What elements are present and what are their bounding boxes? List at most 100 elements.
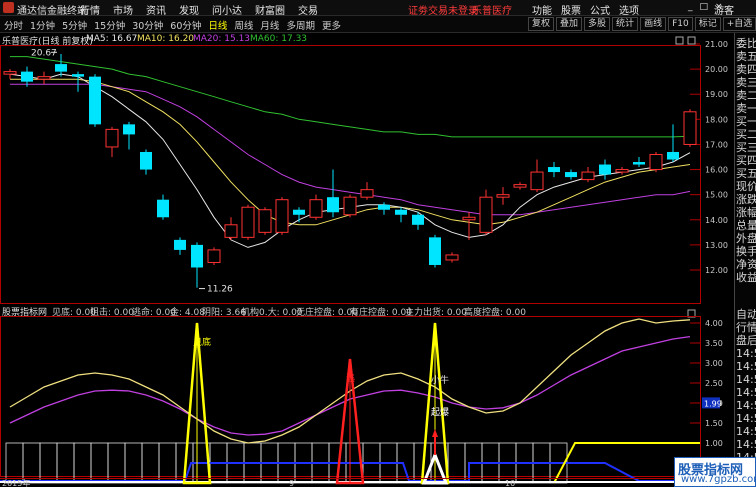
indicator-current-value-text: 1.99 [704, 399, 722, 408]
side-label: 行情 [736, 321, 756, 334]
indicator-item-juji: 狙击: 0.00 [90, 308, 134, 318]
indicator-item-yinyang: 阴阳: 3.66 [202, 308, 246, 318]
tab-more[interactable]: 更多 [322, 18, 341, 32]
side-label: 外盘 [736, 232, 756, 245]
tab-5min[interactable]: 5分钟 [62, 18, 87, 32]
chart-area[interactable]: 21.00 20.00 19.00 18.00 17.00 16.00 15.00 14.00… [0, 33, 734, 487]
overlay-button[interactable]: 叠加 [556, 17, 583, 31]
candle-body-down [667, 151, 679, 160]
menu-jiaoyi[interactable]: 交易 [298, 2, 318, 17]
price-tick-label: 12.00 [705, 266, 728, 275]
candle-body-up [309, 199, 323, 218]
indicator-legend: 股票指标网 见底: 0.00 狙击: 0.00 逃命: 0.00 金: 4.08… [0, 304, 700, 318]
side-label[interactable]: 自动 [736, 308, 756, 321]
menu-gupiao[interactable]: 股票 [561, 2, 581, 17]
date-label-9: 9 [289, 479, 294, 487]
indicator-tick-label: 3.50 [705, 339, 723, 348]
indicator-item-jin: 金: 4.08 [170, 308, 205, 318]
price-tick-label: 17.00 [705, 140, 728, 149]
tool-buttons: 复权 叠加 多股 统计 画线 F10 标记 +自选 返回 [528, 17, 756, 31]
candle-body-up [462, 216, 476, 221]
indicator-item-wuzhuang: 无庄控盘: 0.00 [296, 308, 358, 318]
watermark-url: www.7gpzb.com [681, 474, 756, 485]
menu-caifuquan[interactable]: 财富圈 [255, 2, 285, 17]
tab-30min[interactable]: 30分钟 [132, 18, 163, 32]
candle-body-down [293, 209, 305, 215]
menu-wenxiaoda[interactable]: 问小达 [212, 2, 242, 17]
login-warning[interactable]: 证劵交易未登录 [408, 2, 478, 17]
side-label: 净资 [736, 258, 756, 271]
app-logo-icon [3, 2, 14, 13]
menu-gongshi[interactable]: 公式 [590, 2, 610, 17]
tab-15min[interactable]: 15分钟 [94, 18, 125, 32]
candle-body-down [548, 167, 560, 173]
side-label: 14:5 [736, 438, 756, 451]
indicator-name[interactable]: 股票指标网 [2, 305, 47, 318]
menu-xuanxiang[interactable]: 选项 [619, 2, 639, 17]
candle-body-up [683, 111, 697, 145]
candle-body-down [174, 239, 186, 250]
side-label: 盘后 [736, 334, 756, 347]
login-stock-name[interactable]: 乐普医疗 [472, 2, 512, 17]
mark-button[interactable]: 标记 [694, 17, 721, 31]
price-tick-label: 20.00 [705, 65, 728, 74]
date-label-10: 10 [505, 479, 515, 487]
ma60-value: MA60: 17.33 [250, 34, 308, 44]
period-tabs: 分时 1分钟 5分钟 15分钟 30分钟 60分钟 日线 周线 月线 多周期 更… [4, 18, 348, 32]
f10-button[interactable]: F10 [668, 17, 693, 31]
tab-60min[interactable]: 60分钟 [170, 18, 201, 32]
tab-weekly[interactable]: 周线 [234, 18, 253, 32]
side-label: 卖四 [736, 63, 756, 76]
multi-stock-button[interactable]: 多股 [584, 17, 611, 31]
candle-body-up [615, 169, 629, 173]
title-bar: 通达信金融终端 行情 市场 资讯 发现 问小达 财富圈 交易 证劵交易未登录 乐… [0, 0, 756, 17]
candle-body-down [21, 71, 33, 82]
ma-legend: 乐普医疗(日线 前复权) MA5: 16.67 MA10: 16.20 MA20… [0, 33, 700, 47]
tab-multi-period[interactable]: 多周期 [286, 18, 315, 32]
candle-body-down [412, 214, 424, 225]
side-label: 现价 [736, 180, 756, 193]
maximize-icon[interactable]: □ [700, 2, 709, 12]
tab-daily[interactable]: 日线 [208, 18, 227, 32]
side-label: 14:5 [736, 399, 756, 412]
side-label: 换手 [736, 245, 756, 258]
candle-body-down [599, 164, 611, 175]
indicator-item-youzhuang: 有庄控盘: 0.00 [350, 308, 412, 318]
candle-body-down [395, 209, 407, 215]
indicator-tick-label: 1.50 [705, 419, 723, 428]
side-label: 总量 [736, 219, 756, 232]
price-tick-label: 16.00 [705, 166, 728, 175]
price-tick-label: 18.00 [705, 115, 728, 124]
menu-shichang[interactable]: 市场 [113, 2, 133, 17]
indicator-tick-label: 2.50 [705, 379, 723, 388]
candle-body-up [224, 224, 238, 238]
fuquan-button[interactable]: 复权 [528, 17, 555, 31]
candle-body-up [105, 128, 119, 148]
candle-body-up [479, 196, 493, 233]
candle-body-down [123, 124, 135, 135]
toolbar: 分时 1分钟 5分钟 15分钟 30分钟 60分钟 日线 周线 月线 多周期 更… [0, 16, 756, 33]
candle-body-up [241, 206, 255, 238]
statistics-button[interactable]: 统计 [612, 17, 639, 31]
tab-monthly[interactable]: 月线 [260, 18, 279, 32]
side-label: 涨幅 [736, 206, 756, 219]
menu-gongneng[interactable]: 功能 [532, 2, 552, 17]
side-label: 14:5 [736, 373, 756, 386]
side-label: 买一 [736, 115, 756, 128]
main-menu: 行情 市场 资讯 发现 问小达 财富圈 交易 [80, 2, 331, 17]
menu-faxian[interactable]: 发现 [179, 2, 199, 17]
indicator-tick-label: 3.00 [705, 359, 723, 368]
user-label[interactable]: 游客 [714, 2, 734, 17]
side-label: 14:5 [736, 386, 756, 399]
ma10-value: MA10: 16.20 [137, 34, 195, 44]
minimize-icon[interactable]: _ [688, 2, 693, 12]
add-watchlist-button[interactable]: +自选 [722, 17, 756, 31]
side-label: 买三 [736, 141, 756, 154]
menu-hangqing[interactable]: 行情 [80, 2, 100, 17]
signal-label-jiandi: 见底 [193, 336, 211, 348]
side-label: 买二 [736, 128, 756, 141]
tab-fenshi[interactable]: 分时 [4, 18, 23, 32]
menu-zixun[interactable]: 资讯 [146, 2, 166, 17]
draw-line-button[interactable]: 画线 [640, 17, 667, 31]
tab-1min[interactable]: 1分钟 [30, 18, 55, 32]
